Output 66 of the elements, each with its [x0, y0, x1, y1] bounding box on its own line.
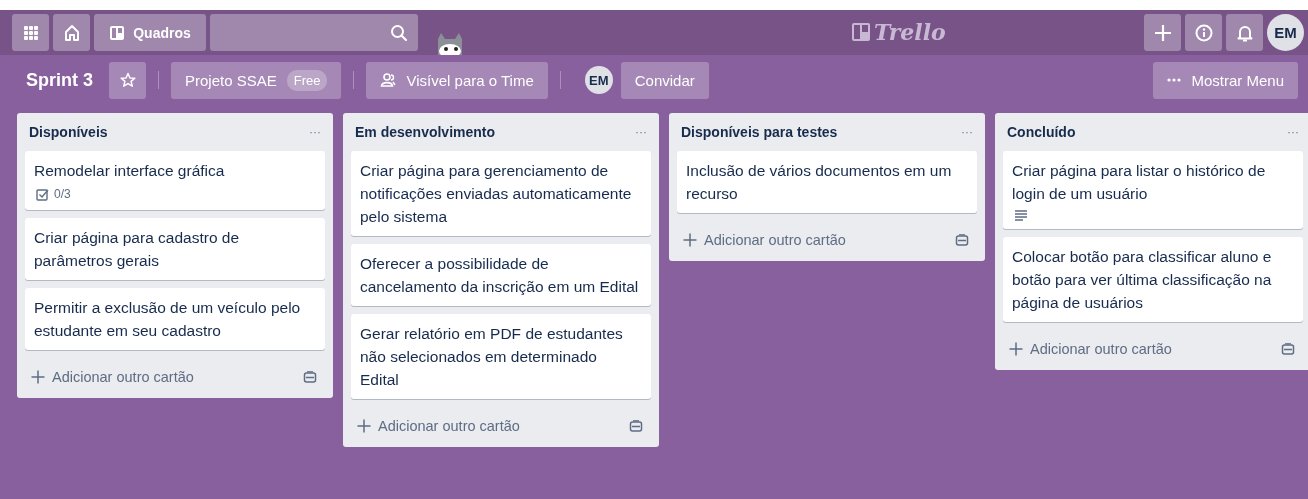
list-title[interactable]: Em desenvolvimento: [355, 124, 496, 140]
board-icon: [109, 24, 126, 41]
plan-badge: Free: [286, 69, 328, 91]
list-menu-button[interactable]: ···: [1287, 125, 1299, 139]
add-card-button[interactable]: Adicionar outro cartão: [31, 369, 194, 385]
list-menu-button[interactable]: ···: [309, 125, 321, 139]
team-name: Projeto SSAE: [185, 71, 277, 89]
card[interactable]: Criar página para listar o histórico de login de um usuário: [1003, 151, 1303, 229]
bell-icon: [1236, 23, 1253, 42]
checklist-icon: [36, 187, 49, 201]
member-avatar[interactable]: EM: [584, 66, 613, 94]
plus-icon: [357, 419, 371, 433]
board-title[interactable]: Sprint 3: [26, 69, 93, 91]
card[interactable]: Oferecer a possibilidade de cancelamento da inscrição em um Edital: [351, 244, 651, 306]
info-button[interactable]: [1185, 14, 1222, 51]
card-template-icon[interactable]: [303, 370, 317, 384]
info-icon: [1194, 23, 1213, 42]
card-title: Permitir a exclusão de um veículo pelo estudante em seu cadastro: [34, 298, 302, 341]
card-template-icon[interactable]: [629, 419, 643, 433]
card-title: Remodelar interface gráfica: [34, 161, 226, 181]
card-template-icon[interactable]: [955, 233, 969, 247]
add-button[interactable]: [1144, 14, 1181, 51]
search-icon: [390, 23, 408, 42]
star-icon: [119, 72, 136, 88]
people-icon: [380, 72, 397, 88]
user-avatar[interactable]: EM: [1267, 14, 1304, 51]
card[interactable]: Colocar botão para classificar aluno e botão para ver última classificação na página de usuários: [1003, 237, 1303, 322]
plus-icon: [683, 233, 697, 247]
card[interactable]: Remodelar interface gráfica 0/3: [25, 151, 325, 210]
home-button[interactable]: [53, 14, 90, 51]
more-icon: [1167, 78, 1182, 82]
list-menu-button[interactable]: ···: [961, 125, 973, 139]
card-title: Oferecer a possibilidade de cancelamento da inscrição em um Edital: [360, 254, 639, 297]
list-title[interactable]: Disponíveis: [29, 124, 108, 140]
menu-label: Mostrar Menu: [1191, 71, 1284, 89]
visibility-label: Visível para o Time: [406, 71, 534, 89]
plus-icon: [1009, 342, 1023, 356]
card-title: Criar página para listar o histórico de login de um usuário: [1012, 161, 1267, 204]
home-icon: [62, 23, 81, 42]
card-title: Colocar botão para classificar aluno e botão para ver última classificação na página de usuários: [1012, 247, 1273, 313]
card[interactable]: Permitir a exclusão de um veículo pelo estudante em seu cadastro: [25, 288, 325, 350]
plus-icon: [1153, 23, 1172, 42]
card-title: Gerar relatório em PDF de estudantes não selecionados em determinado Edital: [360, 324, 624, 390]
list-title[interactable]: Concluído: [1007, 124, 1076, 140]
plus-icon: [31, 370, 45, 384]
card-title: Criar página para gerenciamento de notificações enviadas automaticamente pelo sistema: [360, 161, 633, 227]
card-template-icon[interactable]: [1281, 342, 1295, 356]
checklist-count: 0/3: [54, 186, 71, 202]
description-icon: [1014, 209, 1028, 221]
add-card-button[interactable]: Adicionar outro cartão: [357, 418, 520, 434]
card-title: Inclusão de vários documentos em um recurso: [686, 161, 953, 204]
card-title: Criar página para cadastro de parâmetros gerais: [34, 228, 241, 271]
star-button[interactable]: [109, 61, 146, 99]
add-card-button[interactable]: Adicionar outro cartão: [1009, 341, 1172, 357]
search-field[interactable]: [210, 14, 418, 51]
apps-button[interactable]: [12, 14, 49, 51]
card[interactable]: Inclusão de vários documentos em um recurso: [677, 151, 977, 213]
add-card-button[interactable]: Adicionar outro cartão: [683, 232, 846, 248]
board-icon: [852, 23, 870, 41]
card[interactable]: Gerar relatório em PDF de estudantes não selecionados em determinado Edital: [351, 314, 651, 399]
list-title[interactable]: Disponíveis para testes: [681, 124, 838, 140]
card[interactable]: Criar página para gerenciamento de notificações enviadas automaticamente pelo sistema: [351, 151, 651, 236]
grid-icon: [22, 24, 39, 41]
notifications-button[interactable]: [1226, 14, 1263, 51]
card[interactable]: Criar página para cadastro de parâmetros gerais: [25, 218, 325, 280]
list-menu-button[interactable]: ···: [635, 125, 647, 139]
